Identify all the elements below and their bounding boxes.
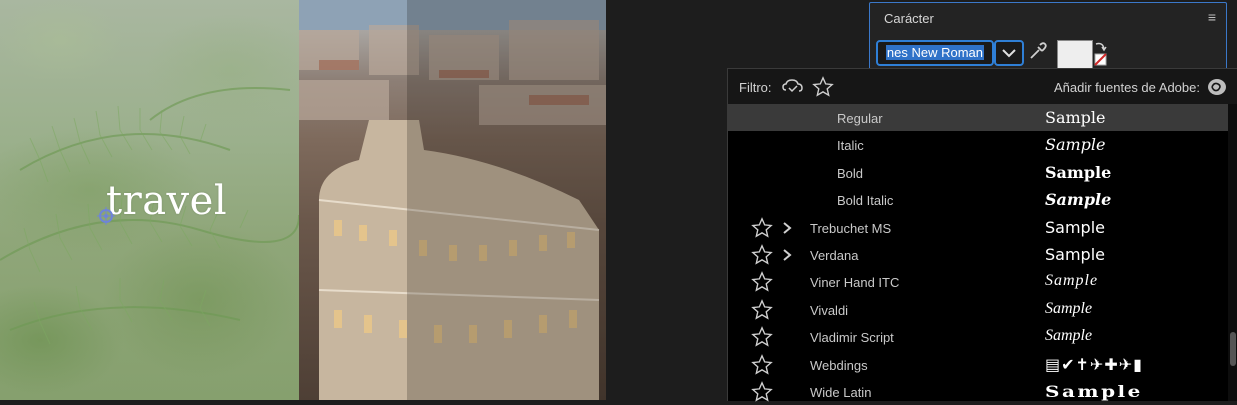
font-row[interactable]: Wide Latin Sample	[728, 378, 1228, 405]
font-list-scrollbar[interactable]	[1228, 104, 1237, 401]
chevron-down-icon	[1002, 49, 1016, 58]
add-adobe-fonts-label: Añadir fuentes de Adobe:	[1053, 80, 1200, 95]
star-outline-icon[interactable]	[751, 298, 773, 321]
chevron-right-icon[interactable]	[781, 248, 793, 262]
font-sample: Sample	[1045, 190, 1112, 210]
font-name: Bold Italic	[837, 193, 894, 209]
font-name: Bold	[837, 165, 864, 181]
font-sample: Sample	[1045, 327, 1093, 345]
city-shadow-overlay	[407, 0, 606, 400]
adobe-cloud-icon[interactable]	[1206, 77, 1228, 97]
program-monitor-canvas: travel	[0, 0, 606, 400]
font-sample: Sample	[1045, 244, 1105, 264]
font-sample: Sample	[1045, 108, 1106, 127]
font-row[interactable]: Verdana Sample	[728, 241, 1228, 268]
font-name: Wide Latin	[810, 384, 872, 400]
font-name: Regular	[837, 111, 883, 126]
font-row[interactable]: Vivaldi Sample	[728, 296, 1228, 323]
font-dropdown-button[interactable]	[994, 40, 1024, 66]
font-name: Trebuchet MS	[810, 220, 892, 236]
font-sample: Sample	[1045, 299, 1093, 317]
panel-title: Carácter	[884, 11, 934, 26]
filter-bar: Filtro: Añadir fuentes de Adobe:	[728, 69, 1237, 104]
star-outline-icon[interactable]	[751, 271, 773, 293]
font-sample: Sample	[1045, 217, 1105, 237]
font-row[interactable]: Regular Sample	[728, 104, 1228, 132]
filter-label: Filtro:	[739, 80, 772, 95]
star-outline-icon[interactable]	[751, 326, 773, 348]
font-sample: Sample	[1045, 272, 1099, 290]
city-image-half	[299, 0, 606, 400]
font-name: Verdana	[810, 247, 859, 263]
anchor-point-icon[interactable]	[96, 206, 116, 226]
font-sample: Sample	[1045, 381, 1143, 401]
font-family-value[interactable]: nes New Roman	[885, 45, 984, 60]
font-sample: ▤✔✝✈✚✈▮	[1045, 354, 1143, 374]
chevron-right-icon[interactable]	[781, 221, 793, 235]
font-name: Vivaldi	[810, 302, 849, 318]
font-row[interactable]: Trebuchet MS Sample	[728, 214, 1228, 241]
font-row[interactable]: Vladimir Script Sample	[728, 323, 1228, 350]
character-panel: Carácter ≡ nes New Roman	[869, 2, 1227, 76]
font-rows: Regular Sample Italic Sample Bold Sample Bold …	[728, 104, 1228, 405]
font-family-input[interactable]: nes New Roman	[876, 40, 994, 66]
font-row[interactable]: Viner Hand ITC Sample	[728, 268, 1228, 295]
creative-cloud-filter-icon[interactable]	[782, 77, 804, 97]
font-sample: Sample	[1045, 162, 1112, 182]
panel-menu-icon[interactable]: ≡	[1208, 9, 1216, 25]
swap-colors-icon[interactable]	[1093, 40, 1107, 68]
font-name: Italic	[837, 138, 864, 154]
font-row[interactable]: Bold Sample	[728, 159, 1228, 186]
font-sample: Sample	[1045, 135, 1106, 155]
star-outline-icon[interactable]	[751, 216, 773, 239]
star-outline-icon[interactable]	[751, 244, 773, 266]
font-name: Vladimir Script	[810, 330, 894, 346]
font-list-dropdown: Filtro: Añadir fuentes de Adobe: Regular…	[727, 68, 1237, 402]
favorite-filter-icon[interactable]	[812, 76, 834, 98]
font-row[interactable]: Italic Sample	[728, 131, 1228, 158]
eyedropper-icon[interactable]	[1028, 41, 1048, 61]
scrollbar-thumb[interactable]	[1230, 332, 1236, 366]
font-row[interactable]: Bold Italic Sample	[728, 186, 1228, 213]
font-row[interactable]: Webdings ▤✔✝✈✚✈▮	[728, 351, 1228, 378]
font-name: Viner Hand ITC	[810, 275, 900, 291]
star-outline-icon[interactable]	[751, 353, 773, 376]
font-name: Webdings	[810, 357, 868, 373]
canvas-title-text[interactable]: travel	[106, 178, 227, 224]
